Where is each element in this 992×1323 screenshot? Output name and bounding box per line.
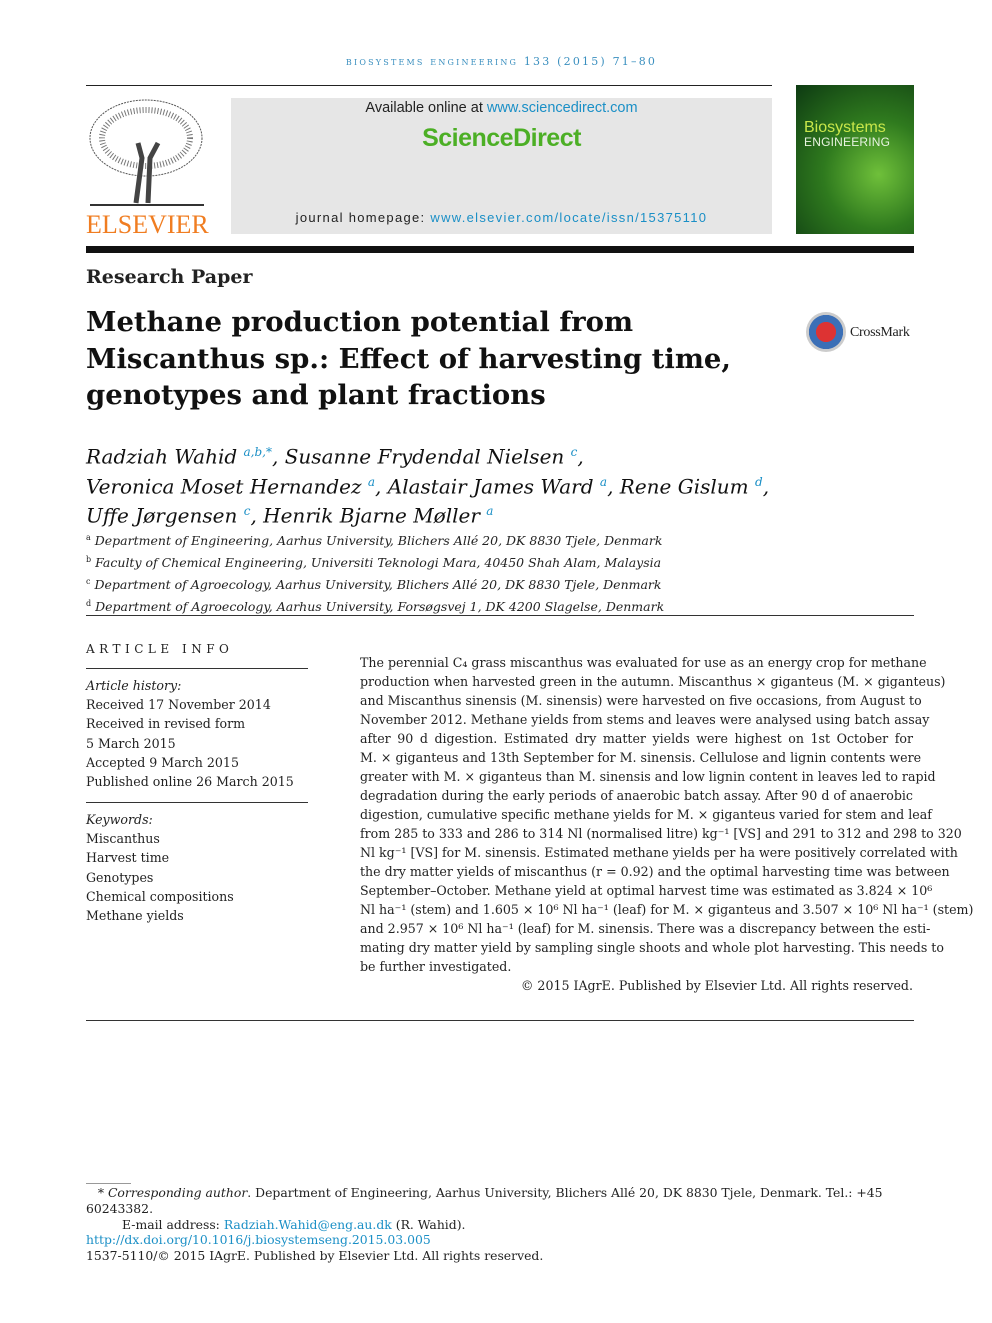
sciencedirect-link[interactable]: www.sciencedirect.com <box>487 100 638 116</box>
author-separator: , <box>250 503 264 528</box>
author-name: Uffe Jørgensen <box>86 503 238 528</box>
journal-homepage: journal homepage: www.elsevier.com/locat… <box>295 210 708 225</box>
abstract-line: November 2012. Methane yields from stems… <box>360 712 930 727</box>
paper-type: Research Paper <box>86 266 253 288</box>
abstract-line: production when harvested green in the a… <box>360 674 946 689</box>
history-item: Received in revised form <box>86 716 246 732</box>
abstract-line: degradation during the early periods of … <box>360 788 913 803</box>
abstract-line: from 285 to 333 and 286 to 314 Nl (norma… <box>360 826 962 841</box>
abstract-line: mating dry matter yield by sampling sing… <box>360 940 944 955</box>
footnotes: * Corresponding author. Department of En… <box>86 1185 916 1264</box>
affiliations: a Department of Engineering, Aarhus Univ… <box>86 528 664 617</box>
author-name: Rene Gislum <box>619 474 749 499</box>
affiliation-key: d <box>86 599 92 609</box>
corresponding-author-note: * Corresponding author. Department of En… <box>86 1185 883 1216</box>
affiliation: b Faculty of Chemical Engineering, Unive… <box>86 550 664 572</box>
affiliation-marker: a <box>486 504 494 519</box>
affiliation-key: b <box>86 555 92 565</box>
affiliation: c Department of Agroecology, Aarhus Univ… <box>86 572 664 594</box>
affiliation-text: Faculty of Chemical Engineering, Univers… <box>95 555 662 571</box>
affiliation-text: Department of Engineering, Aarhus Univer… <box>94 533 663 549</box>
affiliation-text: Department of Agroecology, Aarhus Univer… <box>95 599 665 615</box>
keywords: Keywords: Miscanthus Harvest time Genotype… <box>86 810 234 925</box>
available-online: Available online at www.sciencedirect.co… <box>365 100 638 116</box>
keyword: Methane yields <box>86 908 184 924</box>
running-header: biosystems engineering 133 (2015) 71–80 <box>345 55 658 68</box>
divider <box>86 668 308 669</box>
abstract-line: September–October. Methane yield at opti… <box>360 883 933 898</box>
affiliation-marker: d <box>755 474 763 489</box>
article-info-heading: ARTICLE INFO <box>86 642 234 656</box>
author-list: Radziah Wahid a,b,*, Susanne Frydendal N… <box>86 440 786 529</box>
abstract-copyright: © 2015 IAgrE. Published by Elsevier Ltd.… <box>520 978 913 993</box>
affiliation-key: a <box>86 533 91 542</box>
journal-homepage-link[interactable]: www.elsevier.com/locate/issn/15375110 <box>430 210 707 225</box>
affiliation-text: Department of Agroecology, Aarhus Univer… <box>94 577 662 593</box>
author-separator: , <box>272 444 285 469</box>
history-item: Published online 26 March 2015 <box>86 774 294 790</box>
crossmark-button[interactable]: CrossMark <box>806 312 916 356</box>
abstract-line: be further investigated. <box>360 959 512 974</box>
footnote-rule <box>86 1183 131 1184</box>
issn-line: 1537-5110/© 2015 IAgrE. Published by Els… <box>86 1248 544 1264</box>
history-item: Received 17 November 2014 <box>86 697 271 713</box>
author-separator: , <box>375 474 388 499</box>
email-note: E-mail address: Radziah.Wahid@eng.au.dk … <box>122 1216 466 1232</box>
elsevier-tree-icon <box>89 99 204 206</box>
author-name: Henrik Bjarne Møller <box>263 503 480 528</box>
abstract-line: Nl ha⁻¹ (stem) and 1.605 × 10⁶ Nl ha⁻¹ (… <box>360 902 974 917</box>
divider <box>86 802 308 803</box>
divider <box>86 85 772 86</box>
crossmark-icon <box>806 312 846 352</box>
affiliation-marker: a,b,* <box>243 445 272 459</box>
divider <box>86 1020 914 1021</box>
abstract-line: Nl kg⁻¹ [VS] for M. sinensis. Estimated … <box>360 845 958 860</box>
history-item: 5 March 2015 <box>86 735 176 751</box>
affiliation-marker: a <box>599 474 608 489</box>
author-name: Susanne Frydendal Nielsen <box>284 444 565 469</box>
abstract-line: the dry matter yields of miscanthus (r =… <box>360 864 950 879</box>
abstract-line: and Miscanthus sinensis (M. sinensis) we… <box>360 693 922 708</box>
keyword: Genotypes <box>86 869 154 885</box>
affiliation-key: c <box>86 577 91 587</box>
sciencedirect-banner: Available online at www.sciencedirect.co… <box>231 98 772 234</box>
affiliation: a Department of Engineering, Aarhus Univ… <box>86 528 664 550</box>
email-link[interactable]: Radziah.Wahid@eng.au.dk <box>224 1217 392 1232</box>
abstract-line: digestion, cumulative specific methane y… <box>360 807 932 822</box>
author-name: Radziah Wahid <box>86 444 238 469</box>
author-name: Alastair James Ward <box>387 474 594 499</box>
author-separator: , <box>762 474 770 499</box>
paper-page: biosystems engineering 133 (2015) 71–80 … <box>0 0 992 1323</box>
paper-title: Methane production potential from Miscan… <box>86 306 732 411</box>
abstract-line: M. × giganteus and 13th September for M.… <box>360 750 922 765</box>
history-item: Accepted 9 March 2015 <box>86 754 239 770</box>
journal-cover: Biosystems ENGINEERING <box>796 85 914 234</box>
author-name: Veronica Moset Hernandez <box>86 474 362 499</box>
header-rule <box>86 246 914 253</box>
author-separator: , <box>607 474 620 499</box>
abstract: The perennial C₄ grass miscanthus was ev… <box>360 653 974 995</box>
sciencedirect-logo: ScienceDirect <box>422 124 581 152</box>
elsevier-logo: ELSEVIER <box>86 98 209 239</box>
abstract-line: The perennial C₄ grass miscanthus was ev… <box>360 655 927 670</box>
affiliation: d Department of Agroecology, Aarhus Univ… <box>86 594 664 616</box>
affiliation-marker: a <box>367 474 376 489</box>
keyword: Harvest time <box>86 850 170 866</box>
keyword: Miscanthus <box>86 831 160 847</box>
divider <box>86 615 914 616</box>
abstract-line: after 90 d digestion. Estimated dry matt… <box>360 731 913 746</box>
keyword: Chemical compositions <box>86 888 234 904</box>
author-separator: , <box>577 444 584 469</box>
article-history: Article history: Received 17 November 20… <box>86 676 294 791</box>
abstract-line: greater with M. × giganteus than M. sine… <box>360 769 936 784</box>
abstract-line: and 2.957 × 10⁶ Nl ha⁻¹ (leaf) for M. si… <box>360 921 931 936</box>
doi-link[interactable]: http://dx.doi.org/10.1016/j.biosystemsen… <box>86 1232 431 1247</box>
